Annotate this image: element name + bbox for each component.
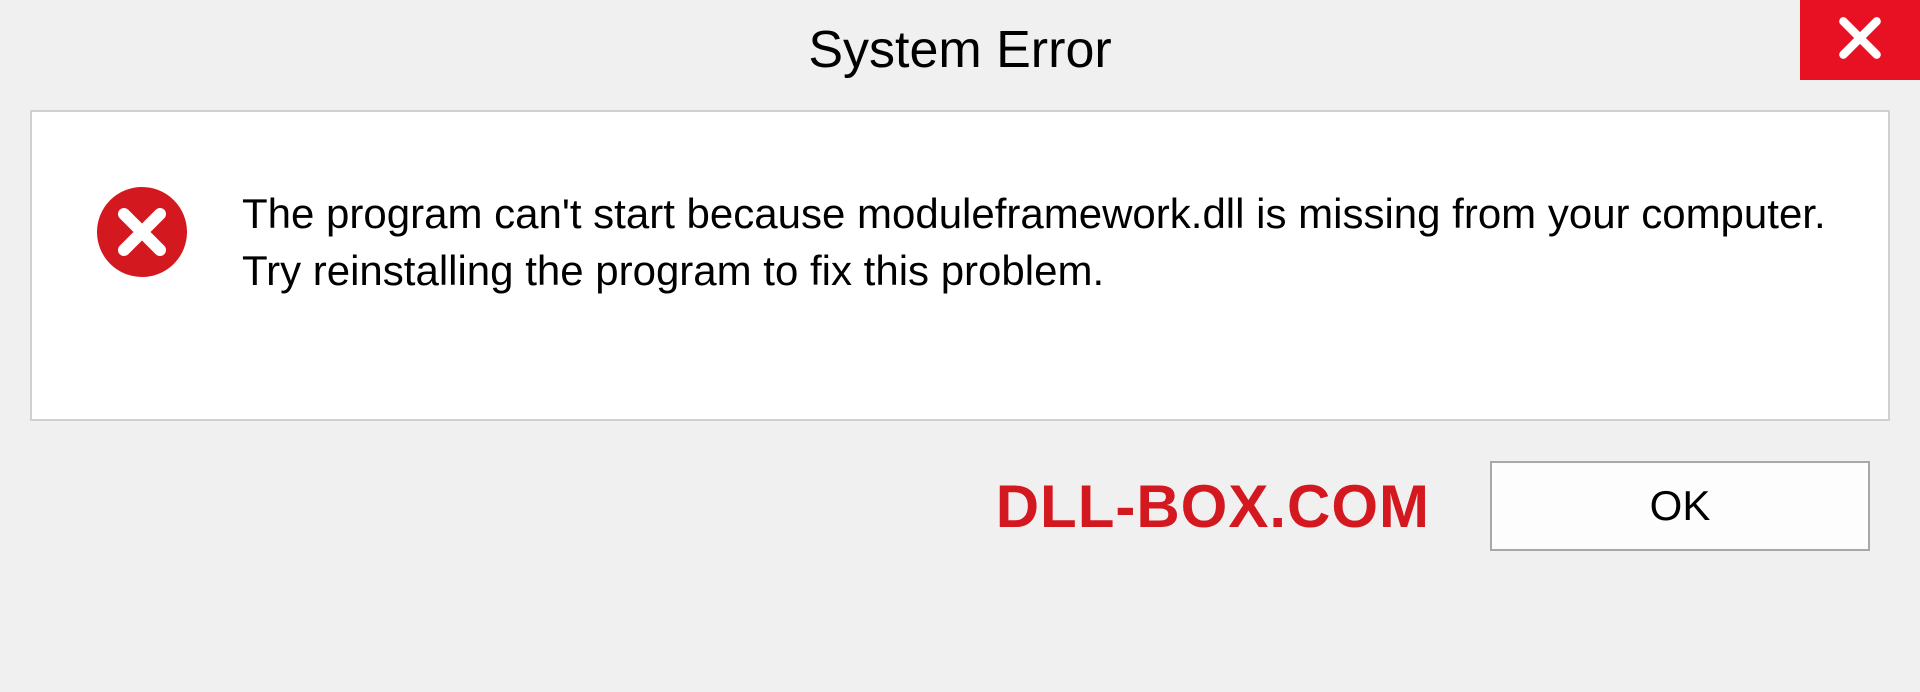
close-button[interactable]	[1800, 0, 1920, 80]
watermark-text: DLL-BOX.COM	[996, 472, 1430, 541]
message-panel: The program can't start because modulefr…	[30, 110, 1890, 421]
footer: DLL-BOX.COM OK	[0, 441, 1920, 581]
ok-button[interactable]: OK	[1490, 461, 1870, 551]
error-message: The program can't start because modulefr…	[242, 182, 1828, 299]
window-title: System Error	[808, 20, 1111, 80]
close-icon	[1835, 13, 1885, 68]
titlebar: System Error	[0, 0, 1920, 100]
error-icon	[92, 182, 192, 287]
